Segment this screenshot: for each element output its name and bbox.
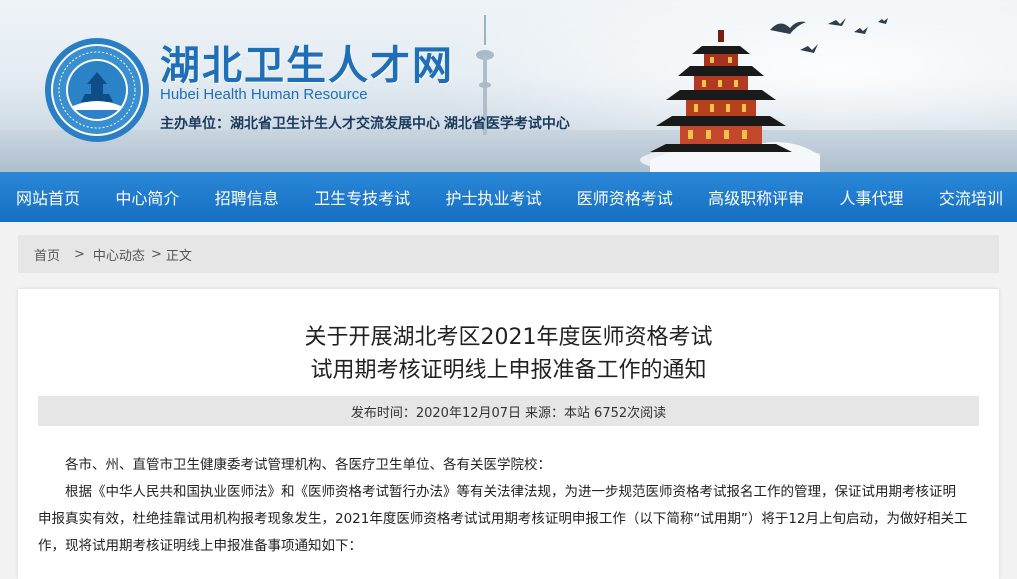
nav-exchange-training[interactable]: 交流培训 [939, 185, 1003, 209]
article-paragraph: 根据《中华人民共和国执业医师法》和《医师资格考试暂行办法》等有关法律法规，为进一… [38, 484, 968, 554]
read-count: 6752次阅读 [594, 405, 667, 421]
site-logo-seal [45, 38, 149, 142]
site-subtitle: Hubei Health Human Resource [160, 86, 368, 103]
river-background [0, 130, 1017, 172]
article-container: 关于开展湖北考区2021年度医师资格考试 试用期考核证明线上申报准备工作的通知 … [18, 289, 999, 579]
breadcrumb-current: 正文 [165, 248, 192, 264]
nav-center-intro[interactable]: 中心简介 [115, 185, 179, 209]
breadcrumb-separator: > [74, 246, 85, 262]
nav-nurse-license-exam[interactable]: 护士执业考试 [445, 185, 541, 209]
main-navigation: 网站首页 中心简介 招聘信息 卫生专技考试 护士执业考试 医师资格考试 高级职称… [0, 172, 1017, 222]
nav-health-professional-exam[interactable]: 卫生专技考试 [314, 185, 410, 209]
publish-date: 发布时间：2020年12月07日 [350, 405, 522, 421]
nav-physician-qualification-exam[interactable]: 医师资格考试 [577, 185, 673, 209]
breadcrumb-separator: > [150, 246, 162, 262]
nav-personnel-agency[interactable]: 人事代理 [840, 185, 904, 209]
article-title-line-1: 关于开展湖北考区2021年度医师资格考试 [304, 325, 713, 350]
article-paragraph-salutation: 各市、州、直管市卫生健康委考试管理机构、各医疗卫生单位、各有关医学院校： [65, 457, 551, 473]
site-host-organizations: 主办单位：湖北省卫生计生人才交流发展中心 湖北省医学考试中心 [160, 115, 570, 131]
article-meta-bar: 发布时间：2020年12月07日 来源：本站 6752次阅读 [38, 396, 979, 426]
article-title: 关于开展湖北考区2021年度医师资格考试 试用期考核证明线上申报准备工作的通知 [18, 321, 999, 387]
flying-birds-illustration [770, 18, 888, 53]
article-body: 各市、州、直管市卫生健康委考试管理机构、各医疗卫生单位、各有关医学院校： 根据《… [38, 452, 968, 560]
nav-recruitment[interactable]: 招聘信息 [215, 185, 279, 209]
nav-senior-title-review[interactable]: 高级职称评审 [708, 185, 804, 209]
article-source: 来源：本站 [525, 405, 591, 421]
site-title: 湖北卫生人才网 [160, 42, 454, 89]
breadcrumb: 首页 > 中心动态 > 正文 [18, 235, 999, 273]
article-title-line-2: 试用期考核证明线上申报准备工作的通知 [310, 358, 707, 383]
breadcrumb-home-link[interactable]: 首页 [34, 245, 60, 264]
breadcrumb-section-link[interactable]: 中心动态 [93, 245, 145, 264]
site-banner: 湖北卫生人才网 Hubei Health Human Resource 主办单位… [0, 0, 1017, 172]
nav-home[interactable]: 网站首页 [16, 185, 80, 209]
